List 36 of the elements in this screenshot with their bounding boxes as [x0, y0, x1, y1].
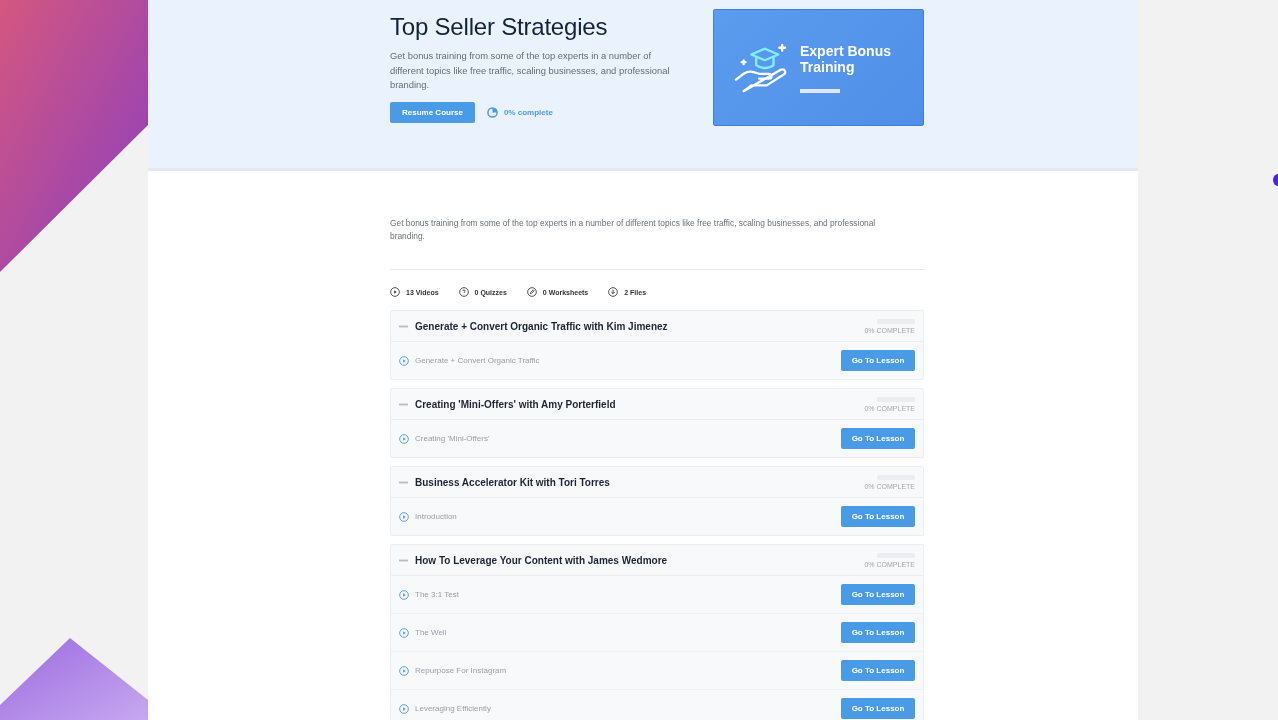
- play-circle-icon: [399, 627, 409, 638]
- course-description: Get bonus training from some of the top experts in a number of different topics like free traffic, scaling businesses, and professional branding.: [390, 49, 671, 92]
- question-circle-icon: [458, 287, 469, 297]
- play-circle-icon: [399, 511, 409, 522]
- go-to-lesson-button[interactable]: Go To Lesson: [841, 622, 915, 643]
- play-circle-icon: [399, 589, 409, 600]
- pencil-circle-icon: [526, 287, 537, 297]
- progress-label: 0% complete: [503, 107, 553, 117]
- go-to-lesson-button[interactable]: Go To Lesson: [841, 660, 915, 681]
- lesson-title: The Well: [415, 628, 448, 637]
- lesson-title: Repurpose For Instagram: [415, 666, 508, 675]
- go-to-lesson-button[interactable]: Go To Lesson: [841, 506, 915, 527]
- module-title: Generate + Convert Organic Traffic with Kim Jimenez: [415, 320, 669, 332]
- play-circle-icon: [390, 287, 400, 297]
- go-to-lesson-button[interactable]: Go To Lesson: [841, 698, 915, 719]
- module-title: Business Accelerator Kit with Tori Torres: [415, 476, 611, 488]
- play-circle-icon: [399, 433, 409, 444]
- resume-course-button[interactable]: Resume Course: [390, 101, 475, 123]
- course-title: Top Seller Strategies: [390, 13, 609, 41]
- progress-pie-icon: [486, 106, 498, 118]
- lesson-title: Introduction: [415, 512, 458, 521]
- download-circle-icon: [608, 287, 619, 297]
- lesson-title: Creating 'Mini-Offers': [415, 434, 491, 443]
- course-description: Get bonus training from some of the top experts in a number of different topics like free traffic, scaling businesses, and professional branding.: [390, 217, 877, 242]
- play-circle-icon: [399, 703, 409, 714]
- thumbnail-title: Expert Bonus Training: [800, 42, 892, 75]
- go-to-lesson-button[interactable]: Go To Lesson: [841, 584, 915, 605]
- go-to-lesson-button[interactable]: Go To Lesson: [841, 350, 915, 371]
- lesson-title: The 3:1 Test: [415, 590, 460, 599]
- lesson-title: Generate + Convert Organic Traffic: [415, 356, 541, 365]
- play-circle-icon: [399, 355, 409, 366]
- module-title: How To Leverage Your Content with James Wedmore: [415, 554, 669, 566]
- lesson-title: Leveraging Efficiently: [415, 704, 492, 713]
- module-title: Creating 'Mini-Offers' with Amy Porterfield: [415, 398, 617, 410]
- go-to-lesson-button[interactable]: Go To Lesson: [841, 428, 915, 449]
- play-circle-icon: [399, 665, 409, 676]
